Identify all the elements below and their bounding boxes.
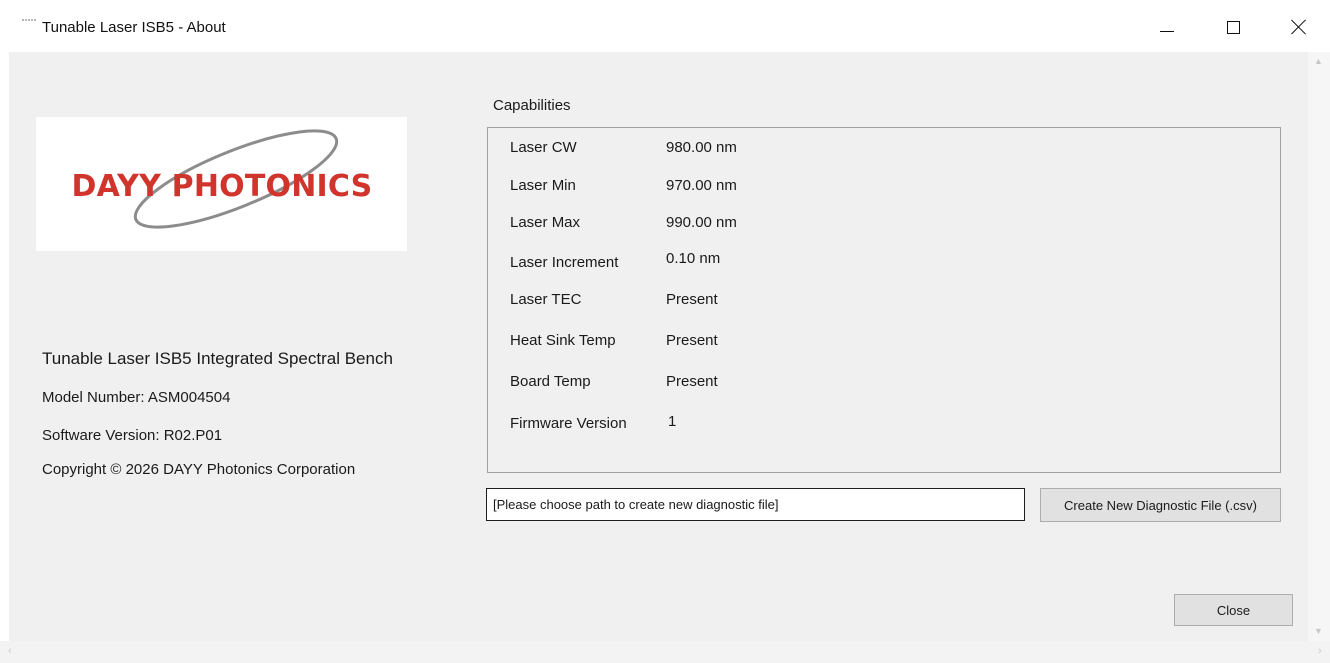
capability-value: 990.00 nm (666, 214, 737, 231)
capability-key: Heat Sink Temp (510, 332, 616, 349)
maximize-button[interactable] (1210, 8, 1256, 46)
capability-key: Board Temp (510, 373, 591, 390)
capability-value: Present (666, 373, 718, 390)
capability-key: Laser Increment (510, 254, 619, 271)
logo-text: DAYY PHOTONICS (71, 169, 373, 204)
close-icon (1291, 19, 1307, 35)
maximize-icon (1226, 20, 1240, 34)
software-version: Software Version: R02.P01 (42, 427, 223, 444)
company-logo: DAYY PHOTONICS (36, 117, 407, 251)
capability-value: 0.10 nm (666, 250, 721, 267)
capability-value: 1 (668, 413, 677, 430)
window-title: Tunable Laser ISB5 - About (42, 19, 226, 36)
capability-value: Present (666, 291, 718, 308)
product-name: Tunable Laser ISB5 Integrated Spectral B… (42, 349, 393, 368)
vertical-scrollbar[interactable]: ▲ ▼ (1308, 52, 1330, 641)
capability-key: Firmware Version (510, 415, 627, 432)
capability-key: Laser Max (510, 214, 581, 231)
capability-key: Laser Min (510, 177, 576, 194)
minimize-icon (1160, 30, 1174, 32)
capabilities-label: Capabilities (493, 97, 571, 114)
capability-value: Present (666, 332, 718, 349)
model-number: Model Number: ASM004504 (42, 389, 231, 406)
minimize-button[interactable] (1144, 8, 1190, 46)
capabilities-groupbox: Laser CW 980.00 nm Laser Min 970.00 nm L… (487, 127, 1281, 473)
scroll-down-icon[interactable]: ▼ (1314, 626, 1323, 636)
horizontal-scrollbar[interactable]: ‹ › (0, 641, 1330, 663)
diagnostic-path-input[interactable] (486, 488, 1025, 521)
capability-key: Laser TEC (510, 291, 582, 308)
app-icon (22, 16, 36, 24)
capability-key: Laser CW (510, 139, 577, 156)
scroll-up-icon[interactable]: ▲ (1314, 56, 1323, 66)
create-diagnostic-file-button[interactable]: Create New Diagnostic File (.csv) (1040, 488, 1281, 522)
scroll-right-icon[interactable]: › (1318, 645, 1322, 657)
close-button[interactable]: Close (1174, 594, 1293, 626)
title-bar[interactable]: Tunable Laser ISB5 - About (0, 0, 1330, 52)
capability-value: 980.00 nm (666, 139, 737, 156)
window-close-button[interactable] (1276, 8, 1322, 46)
capability-value: 970.00 nm (666, 177, 737, 194)
copyright-notice: Copyright © 2026 DAYY Photonics Corporat… (42, 461, 356, 478)
scroll-left-icon[interactable]: ‹ (8, 645, 12, 657)
